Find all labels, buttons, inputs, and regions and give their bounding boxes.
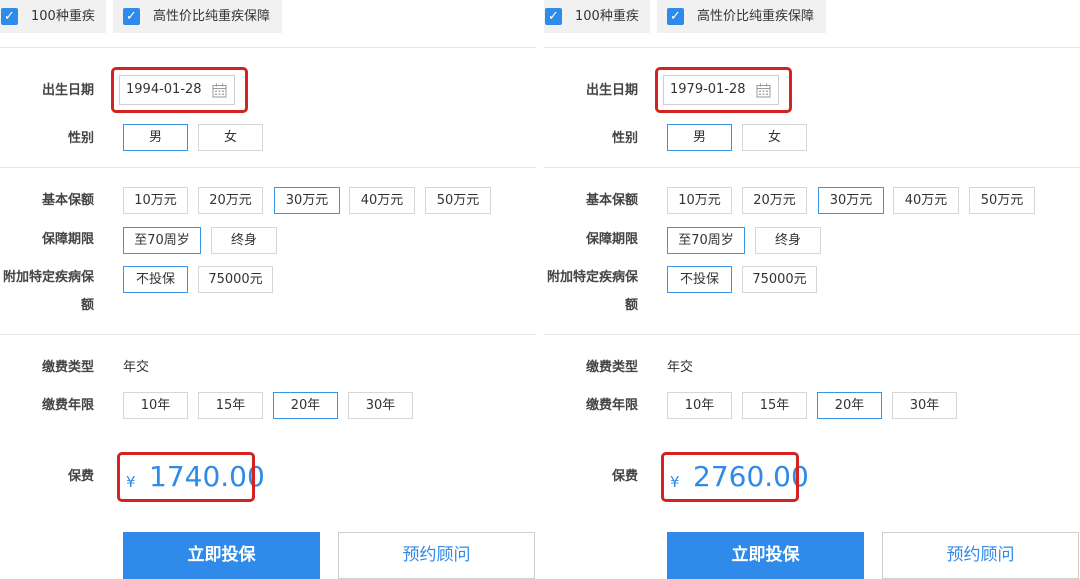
premium-label: 保费: [67, 469, 94, 484]
gender-label: 性别: [67, 131, 94, 146]
buy-now-button[interactable]: 立即投保: [123, 532, 320, 579]
addon-option-75000[interactable]: 75000元: [742, 266, 817, 293]
coverage-option-40[interactable]: 40万元: [893, 187, 959, 214]
birth-date-label: 出生日期: [41, 83, 94, 98]
tag-label: 100种重疾: [575, 9, 639, 24]
addon-option-none[interactable]: 不投保: [667, 266, 732, 293]
tag-label: 100种重疾: [31, 9, 95, 24]
tag-value-coverage[interactable]: ✓ 高性价比纯重疾保障: [657, 0, 826, 33]
highlight-premium: [661, 452, 799, 502]
gender-option-male[interactable]: 男: [667, 124, 732, 151]
addon-option-none[interactable]: 不投保: [123, 266, 188, 293]
premium-label: 保费: [611, 469, 638, 484]
payment-type-label: 缴费类型: [41, 360, 94, 375]
term-option-70[interactable]: 至70周岁: [667, 227, 745, 254]
divider: [0, 167, 536, 168]
divider: [544, 334, 1080, 335]
term-option-lifetime[interactable]: 终身: [211, 227, 277, 254]
tag-100-diseases[interactable]: ✓ 100种重疾: [0, 0, 106, 33]
book-consultant-button[interactable]: 预约顾问: [338, 532, 535, 579]
tag-label: 高性价比纯重疾保障: [697, 9, 815, 24]
gender-option-male[interactable]: 男: [123, 124, 188, 151]
premium-calculator-right: ✓ 100种重疾 ✓ 高性价比纯重疾保障 出生日期 1979-01-28 性别 …: [544, 0, 1080, 579]
coverage-option-50[interactable]: 50万元: [425, 187, 491, 214]
gender-option-female[interactable]: 女: [742, 124, 807, 151]
term-label: 保障期限: [41, 232, 94, 247]
divider: [544, 47, 1080, 48]
highlight-birth-date: [111, 67, 248, 113]
coverage-option-30[interactable]: 30万元: [274, 187, 340, 214]
addon-label-line2: 额: [80, 298, 94, 313]
payment-years-label: 缴费年限: [585, 398, 638, 413]
coverage-label: 基本保额: [41, 193, 94, 208]
check-icon[interactable]: ✓: [123, 8, 140, 25]
addon-option-75000[interactable]: 75000元: [198, 266, 273, 293]
book-consultant-button[interactable]: 预约顾问: [882, 532, 1079, 579]
payment-years-20[interactable]: 20年: [273, 392, 338, 419]
coverage-label: 基本保额: [585, 193, 638, 208]
payment-type-value: 年交: [123, 360, 150, 375]
payment-type-value: 年交: [667, 360, 694, 375]
coverage-option-10[interactable]: 10万元: [667, 187, 732, 214]
check-icon[interactable]: ✓: [667, 8, 684, 25]
payment-years-10[interactable]: 10年: [667, 392, 732, 419]
addon-label-line2: 额: [624, 298, 638, 313]
coverage-option-10[interactable]: 10万元: [123, 187, 188, 214]
coverage-option-20[interactable]: 20万元: [198, 187, 263, 214]
check-icon[interactable]: ✓: [1, 8, 18, 25]
payment-years-10[interactable]: 10年: [123, 392, 188, 419]
birth-date-label: 出生日期: [585, 83, 638, 98]
gender-label: 性别: [611, 131, 638, 146]
coverage-option-20[interactable]: 20万元: [742, 187, 807, 214]
divider: [544, 167, 1080, 168]
addon-label-line1: 附加特定疾病保: [2, 270, 94, 285]
highlight-birth-date: [655, 67, 792, 113]
tag-label: 高性价比纯重疾保障: [153, 9, 271, 24]
check-icon[interactable]: ✓: [545, 8, 562, 25]
coverage-option-30[interactable]: 30万元: [818, 187, 884, 214]
gender-option-female[interactable]: 女: [198, 124, 263, 151]
coverage-option-50[interactable]: 50万元: [969, 187, 1035, 214]
tag-100-diseases[interactable]: ✓ 100种重疾: [544, 0, 650, 33]
payment-years-15[interactable]: 15年: [198, 392, 263, 419]
divider: [0, 47, 536, 48]
term-label: 保障期限: [585, 232, 638, 247]
term-option-70[interactable]: 至70周岁: [123, 227, 201, 254]
buy-now-button[interactable]: 立即投保: [667, 532, 864, 579]
payment-years-15[interactable]: 15年: [742, 392, 807, 419]
coverage-option-40[interactable]: 40万元: [349, 187, 415, 214]
payment-years-30[interactable]: 30年: [892, 392, 957, 419]
highlight-premium: [117, 452, 255, 502]
payment-years-label: 缴费年限: [41, 398, 94, 413]
payment-years-20[interactable]: 20年: [817, 392, 882, 419]
premium-calculator-left: ✓ 100种重疾 ✓ 高性价比纯重疾保障 出生日期 1994-01-28 性别 …: [0, 0, 536, 579]
payment-type-label: 缴费类型: [585, 360, 638, 375]
addon-label-line1: 附加特定疾病保: [546, 270, 638, 285]
term-option-lifetime[interactable]: 终身: [755, 227, 821, 254]
tag-value-coverage[interactable]: ✓ 高性价比纯重疾保障: [113, 0, 282, 33]
payment-years-30[interactable]: 30年: [348, 392, 413, 419]
divider: [0, 334, 536, 335]
